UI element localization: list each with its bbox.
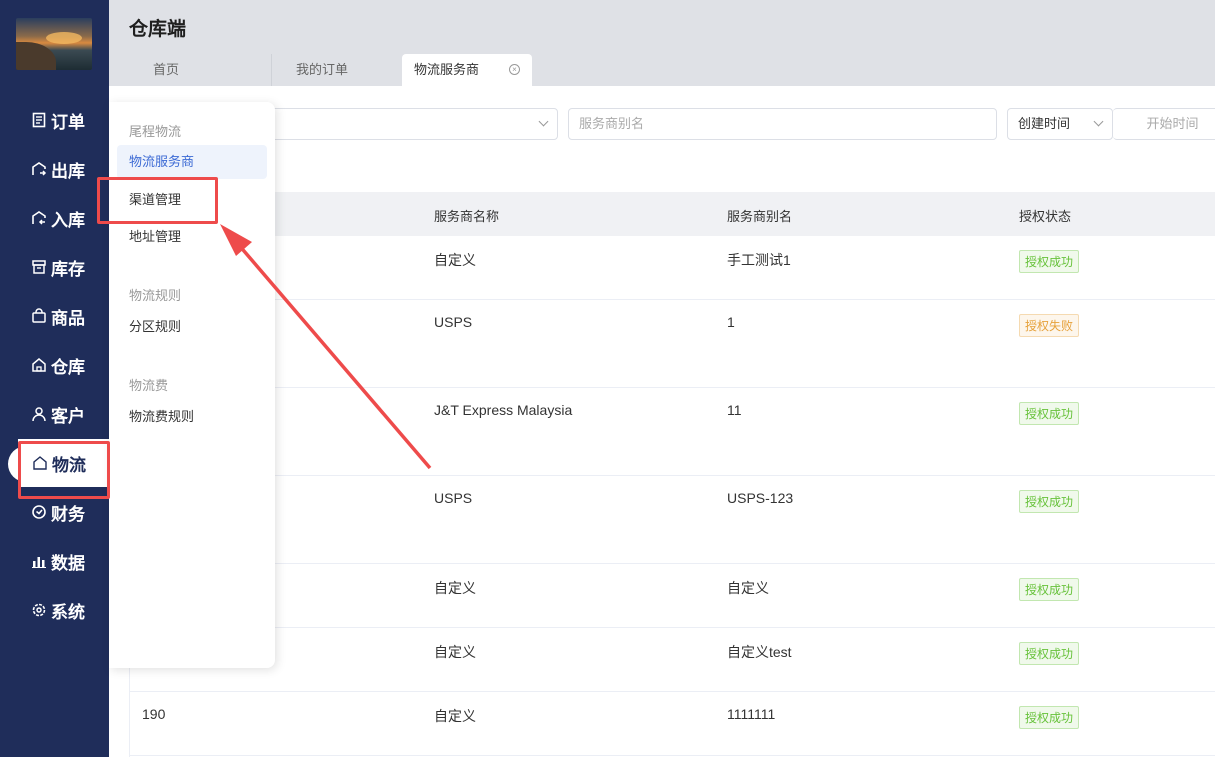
cell-alias: 自定义test: [727, 644, 792, 660]
table-header: 服务商名称 服务商别名 授权状态: [129, 192, 1215, 236]
submenu-item-address-management[interactable]: 地址管理: [117, 220, 267, 254]
logistics-submenu: 尾程物流 物流服务商 渠道管理 地址管理 物流规则 分区规则 物流费 物流费规则: [109, 102, 275, 668]
app-title: 仓库端: [129, 19, 187, 40]
settings-icon: [32, 603, 46, 617]
tab-my-orders[interactable]: 我的订单: [271, 54, 402, 86]
table-row[interactable]: USPS USPS-123 授权成功: [129, 476, 1215, 564]
inventory-icon: [32, 260, 46, 274]
table-row[interactable]: USPS 1 授权失败: [129, 300, 1215, 388]
status-badge: 授权成功: [1019, 250, 1080, 273]
time-type-select[interactable]: 创建时间: [1007, 108, 1113, 140]
status-badge: 授权失败: [1019, 314, 1080, 337]
cell-alias: 自定义: [727, 580, 769, 596]
nav-label: 仓库: [51, 357, 85, 377]
nav-item-outbound[interactable]: 出库: [0, 145, 109, 193]
outbound-icon: [32, 162, 47, 176]
nav-label: 财务: [51, 504, 85, 524]
header-auth-status: 授权状态: [1019, 209, 1072, 224]
cell-name: 自定义: [434, 580, 476, 596]
alias-input[interactable]: 服务商别名: [568, 108, 997, 140]
nav-item-inbound[interactable]: 入库: [0, 194, 109, 242]
nav-item-customer[interactable]: 客户: [0, 390, 109, 438]
customer-icon: [32, 407, 46, 422]
header-provider-name: 服务商名称: [434, 209, 500, 224]
cell-alias: USPS-123: [727, 490, 794, 506]
cell-alias: 11: [727, 402, 742, 418]
status-badge: 授权成功: [1019, 402, 1080, 425]
nav-item-inventory[interactable]: 库存: [0, 243, 109, 291]
inbound-icon: [32, 211, 46, 225]
cell-id: 190: [142, 706, 166, 722]
nav-item-data[interactable]: 数据: [0, 537, 109, 585]
submenu-group-title: 物流规则: [129, 288, 182, 303]
nav-item-product[interactable]: 商品: [0, 292, 109, 340]
status-badge: 授权成功: [1019, 706, 1080, 729]
data-icon: [32, 557, 46, 568]
cell-name: 自定义: [434, 252, 476, 268]
nav-item-warehouse[interactable]: 仓库: [0, 341, 109, 389]
table-row[interactable]: 190 自定义 1111111 授权成功: [129, 692, 1215, 756]
close-icon[interactable]: ×: [509, 64, 520, 75]
tab-label: 物流服务商: [414, 62, 480, 77]
status-badge: 授权成功: [1019, 578, 1080, 601]
cell-name: J&T Express Malaysia: [434, 402, 573, 418]
submenu-item-fee-rules[interactable]: 物流费规则: [117, 400, 267, 434]
header-provider-alias: 服务商别名: [727, 209, 793, 224]
chevron-down-icon: [538, 116, 549, 127]
warehouse-icon: [32, 358, 46, 372]
cell-name: USPS: [434, 490, 473, 506]
header: 仓库端 首页 我的订单 物流服务商 ×: [109, 0, 1215, 86]
submenu-item-zone-rules[interactable]: 分区规则: [117, 310, 267, 344]
start-time-placeholder: 开始时间: [1146, 116, 1199, 131]
submenu-item-channel-management[interactable]: 渠道管理: [117, 183, 267, 217]
cell-alias: 手工测试1: [727, 252, 791, 268]
nav-label: 商品: [51, 308, 85, 328]
nav-label: 客户: [51, 406, 85, 426]
cell-alias: 1111111: [727, 706, 776, 722]
nav-label: 出库: [51, 161, 85, 181]
finance-icon: [32, 505, 46, 519]
nav-label: 物流: [52, 455, 86, 475]
nav-item-order[interactable]: 订单: [0, 96, 109, 144]
tab-home[interactable]: 首页: [129, 54, 271, 86]
order-icon: [32, 112, 46, 128]
nav-label: 库存: [51, 259, 85, 279]
table-row[interactable]: J&T Express Malaysia 11 授权成功: [129, 388, 1215, 476]
chevron-down-icon: [1093, 116, 1104, 127]
status-badge: 授权成功: [1019, 490, 1080, 513]
cell-name: USPS: [434, 314, 473, 330]
nav-item-logistics[interactable]: 物流: [18, 439, 109, 487]
provider-table: 服务商名称 服务商别名 授权状态 自定义 手工测试1 授权成功 USPS 1 授…: [129, 192, 1215, 756]
nav-item-finance[interactable]: 财务: [0, 488, 109, 536]
logo: [16, 18, 92, 70]
start-time-input[interactable]: 开始时间: [1113, 108, 1215, 140]
nav-label: 订单: [51, 112, 85, 132]
submenu-group-title: 物流费: [129, 378, 169, 393]
nav-label: 系统: [51, 602, 85, 622]
nav-label: 入库: [51, 210, 85, 230]
submenu-item-logistics-provider[interactable]: 物流服务商: [117, 145, 267, 179]
cell-name: 自定义: [434, 708, 476, 724]
logistics-icon: [33, 456, 47, 470]
tab-label: 我的订单: [296, 62, 349, 77]
cell-name: 自定义: [434, 644, 476, 660]
cell-alias: 1: [727, 314, 735, 330]
table-row[interactable]: 自定义 自定义test 授权成功: [129, 628, 1215, 692]
tab-bar: 首页 我的订单 物流服务商 ×: [129, 54, 532, 86]
product-icon: [32, 308, 46, 323]
tab-logistics-provider[interactable]: 物流服务商 ×: [402, 54, 532, 86]
nav-item-settings[interactable]: 系统: [0, 586, 109, 634]
submenu-group-title: 尾程物流: [129, 124, 182, 139]
nav-label: 数据: [51, 553, 85, 573]
sidebar: 订单 出库 入库 库存 商品 仓库 客户 物流 财务 数据 系统: [0, 0, 109, 757]
time-type-value: 创建时间: [1018, 116, 1071, 131]
table-row[interactable]: 自定义 自定义 授权成功: [129, 564, 1215, 628]
alias-placeholder: 服务商别名: [579, 116, 645, 131]
table-row[interactable]: 自定义 手工测试1 授权成功: [129, 236, 1215, 300]
tab-label: 首页: [153, 62, 180, 77]
status-badge: 授权成功: [1019, 642, 1080, 665]
